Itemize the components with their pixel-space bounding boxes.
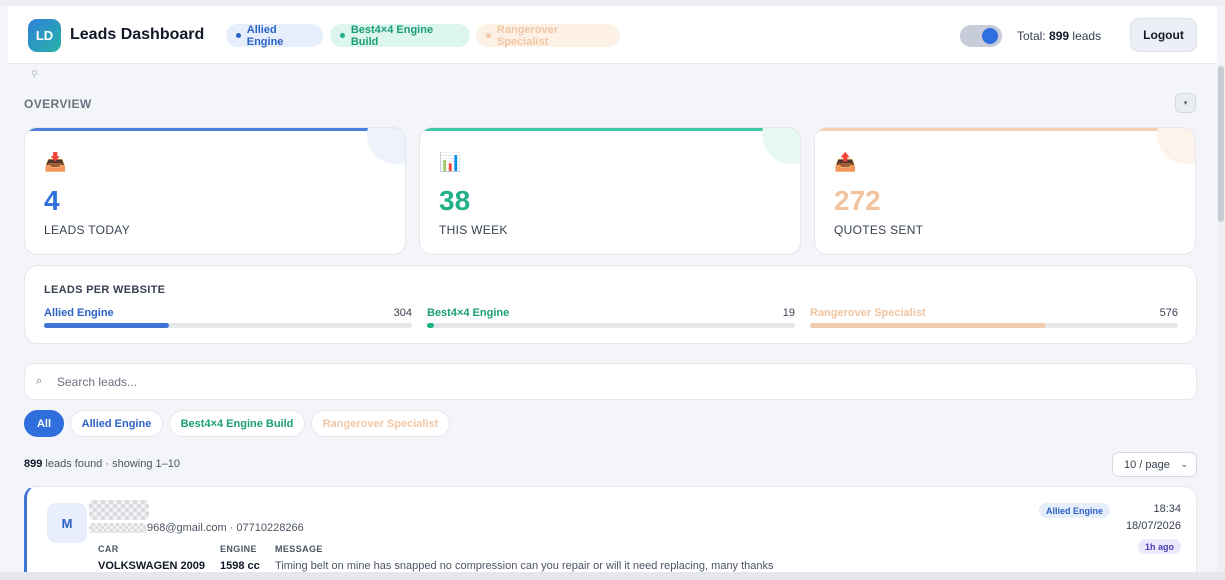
total-leads: Total: 899 leads [1017,29,1102,43]
car-label: CAR [98,544,119,554]
overview-title: OVERVIEW [24,97,92,111]
logout-button[interactable]: Logout [1130,18,1197,52]
filter-rangerover[interactable]: Rangerover Specialist [311,410,450,437]
header-site-allied-engine[interactable]: Allied Engine [226,24,323,48]
inbox-tray-icon: 📥 [44,152,67,172]
progress-track [44,323,412,328]
lead-time: 18:34 [1153,503,1181,515]
progress-fill [44,323,170,328]
lead-age-badge: 1h ago [1137,539,1181,554]
message-label: MESSAGE [275,544,323,554]
lead-contact: 968@gmail.com · 07710228266 [147,522,304,534]
lead-date: 18/07/2026 [1125,520,1181,532]
search-input[interactable] [57,372,957,392]
header-site-best4x4[interactable]: Best4×4 Engine Build [330,24,470,48]
scrollbar-thumb[interactable] [1218,66,1224,222]
message-value: Timing belt on mine has snapped no compr… [275,560,774,572]
stat-card-quotes-sent: 📤 272 QUOTES SENT [814,127,1196,255]
bar-chart-icon: 📊 [439,152,462,172]
lead-site-badge: Allied Engine [1039,503,1111,518]
filter-all[interactable]: All [24,410,64,437]
lead-card[interactable]: M 968@gmail.com · 07710228266 CAR VOLKSW… [24,486,1197,580]
leads-per-website-card: LEADS PER WEBSITE Allied Engine 304 Best… [24,265,1197,344]
status-dot-icon [236,33,241,38]
search-bar: ⌕ [24,363,1197,400]
results-summary: 899 leads found · showing 1–10 [24,458,180,470]
per-page-select[interactable]: 10 / page ⌄ [1112,452,1197,477]
window-bottom-strip [0,572,1225,580]
progress-track [427,323,795,328]
chevron-down-icon: ⌄ [1180,459,1188,469]
app-title: Leads Dashboard [70,26,205,43]
progress-fill [810,323,1046,328]
engine-value: 1598 cc [220,560,260,572]
stat-card-leads-today: 📥 4 LEADS TODAY [24,127,406,255]
stat-value: 272 [834,185,881,216]
filter-best4x4[interactable]: Best4×4 Engine Build [169,410,305,437]
stat-label: QUOTES SENT [834,223,924,237]
progress-fill [427,323,435,328]
stat-value: 38 [439,185,471,216]
status-dot-icon [486,33,491,38]
engine-label: ENGINE [220,544,257,554]
toggle-knob [982,28,998,44]
status-dot-icon [340,33,345,38]
collapse-overview-button[interactable]: ▾ [1175,93,1196,113]
redacted-email [89,523,147,533]
progress-track [810,323,1178,328]
link-icon: ⚲ [31,69,38,79]
header-site-rangerover[interactable]: Rangerover Specialist [476,24,620,48]
stat-value: 4 [44,185,60,216]
app-logo: LD [28,19,61,52]
avatar: M [47,503,87,543]
stat-label: THIS WEEK [439,223,508,237]
stat-card-this-week: 📊 38 THIS WEEK [419,127,801,255]
app-header: LD Leads Dashboard Allied Engine Best4×4… [8,6,1217,64]
stat-label: LEADS TODAY [44,223,130,237]
theme-toggle[interactable] [960,25,1002,47]
outbox-tray-icon: 📤 [834,152,857,172]
search-icon: ⌕ [36,375,43,387]
filter-allied-engine[interactable]: Allied Engine [70,410,163,437]
leads-per-website-title: LEADS PER WEBSITE [44,284,166,296]
redacted-name [89,500,149,520]
car-value: VOLKSWAGEN 2009 [98,560,205,572]
